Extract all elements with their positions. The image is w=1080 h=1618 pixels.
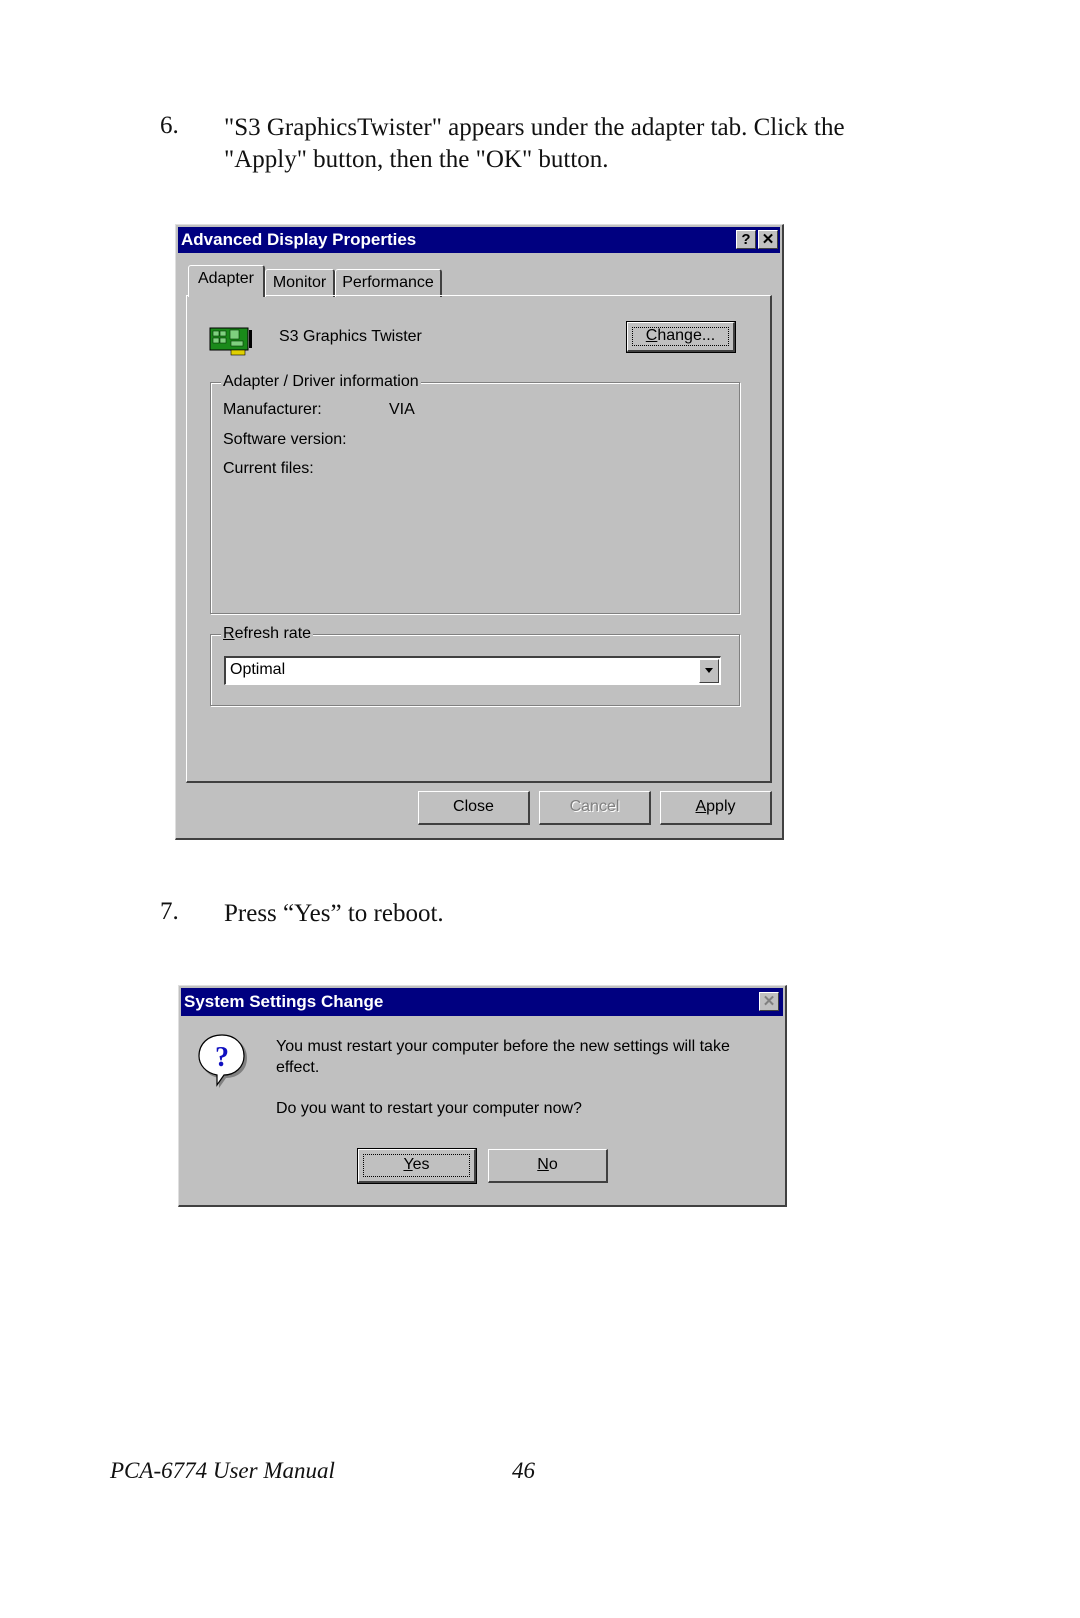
- restart-message: You must restart your computer before th…: [276, 1036, 730, 1078]
- page-number: 46: [512, 1458, 535, 1483]
- restart-message-line-2: effect.: [276, 1059, 320, 1076]
- restart-question: Do you want to restart your computer now…: [276, 1100, 582, 1117]
- adapter-name: S3 Graphics Twister: [279, 328, 422, 345]
- restart-message-line-1: You must restart your computer before th…: [276, 1038, 730, 1055]
- adapter-driver-info-group: Adapter / Driver information Manufacture…: [210, 372, 740, 614]
- dialog-title-bar[interactable]: Advanced Display Properties ? ✕: [178, 227, 780, 253]
- dialog-title: System Settings Change: [184, 992, 384, 1011]
- close-button[interactable]: ✕: [758, 230, 778, 249]
- refresh-rate-select[interactable]: Optimal: [224, 656, 721, 685]
- step-6-line-1: "S3 GraphicsTwister" appears under the a…: [224, 114, 845, 141]
- software-version-label: Software version:: [223, 431, 347, 448]
- step-7-text: Press “Yes” to reboot.: [224, 900, 444, 927]
- dialog-title: Advanced Display Properties: [181, 230, 417, 249]
- system-settings-change-dialog: System Settings Change ✕ ? You must rest…: [178, 985, 787, 1207]
- tab-performance[interactable]: Performance: [335, 269, 442, 297]
- footer-manual-title: PCA-6774 User Manual: [110, 1458, 335, 1483]
- step-7-number: 7.: [160, 898, 179, 925]
- svg-text:?: ?: [215, 1042, 229, 1073]
- help-icon: ?: [741, 231, 751, 248]
- manufacturer-label: Manufacturer:: [223, 401, 322, 418]
- question-icon: ?: [197, 1034, 251, 1090]
- chevron-down-icon[interactable]: [699, 659, 719, 683]
- step-6-line-2: "Apply" button, then the "OK" button.: [224, 146, 609, 173]
- close-button[interactable]: ✕: [759, 992, 779, 1011]
- close-dialog-button[interactable]: Close: [418, 791, 530, 825]
- close-icon: ✕: [761, 231, 775, 248]
- refresh-rate-group: Refresh rate Optimal: [210, 624, 740, 706]
- refresh-rate-label: Refresh rate: [221, 624, 314, 644]
- change-button[interactable]: Change...: [626, 321, 736, 353]
- step-6-number: 6.: [160, 112, 179, 139]
- close-icon: ✕: [762, 993, 776, 1010]
- yes-button[interactable]: Yes: [357, 1148, 477, 1184]
- step-6-text: "S3 GraphicsTwister" appears under the a…: [224, 112, 845, 176]
- apply-button[interactable]: Apply: [660, 791, 772, 825]
- refresh-rate-value: Optimal: [230, 661, 286, 678]
- current-files-label: Current files:: [223, 460, 314, 477]
- advanced-display-properties-dialog: Advanced Display Properties ? ✕ Adapter …: [175, 224, 784, 840]
- dialog-title-bar[interactable]: System Settings Change ✕: [181, 988, 783, 1016]
- tab-monitor[interactable]: Monitor: [265, 269, 335, 297]
- manufacturer-value: VIA: [389, 401, 415, 418]
- adapter-tab-panel: S3 Graphics Twister Change... Adapter / …: [186, 295, 772, 783]
- group-label: Adapter / Driver information: [221, 372, 421, 392]
- display-adapter-card-icon: [209, 326, 257, 358]
- help-button[interactable]: ?: [736, 230, 756, 249]
- cancel-button[interactable]: Cancel: [539, 791, 651, 825]
- no-button[interactable]: No: [488, 1149, 608, 1183]
- tab-adapter[interactable]: Adapter: [188, 265, 265, 297]
